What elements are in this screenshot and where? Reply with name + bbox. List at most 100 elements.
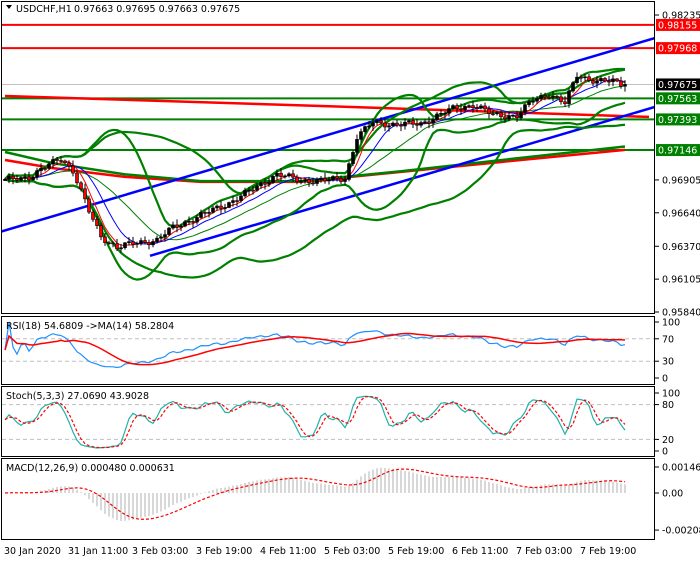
candle [619, 80, 623, 87]
x-tick-label: 5 Feb 19:00 [388, 546, 444, 557]
candle [183, 221, 187, 227]
candle [603, 78, 607, 82]
candle [355, 139, 359, 153]
candle [47, 163, 51, 169]
trading-chart[interactable]: 0.982350.969050.966400.963700.961050.958… [0, 0, 700, 560]
rsi-y-tick-label: 70 [662, 334, 674, 345]
candle [275, 172, 279, 177]
candle [427, 121, 431, 124]
symbol-label: USDCHF,H1 [16, 4, 72, 15]
candle [87, 198, 91, 213]
candle [535, 98, 539, 102]
candle [375, 120, 379, 123]
candle [607, 80, 611, 83]
candle [587, 76, 591, 81]
candle [103, 236, 107, 243]
candle [147, 242, 151, 246]
candle [283, 175, 287, 178]
candle [167, 227, 171, 235]
candle [567, 90, 571, 105]
stoch-y-tick-label: 80 [662, 400, 674, 411]
y-tick-label: 0.96640 [662, 208, 700, 219]
candle [579, 76, 583, 79]
candle [279, 172, 283, 177]
rsi-label: RSI(18) 54.6809 ->MA(14) 58.2804 [6, 321, 174, 332]
level-price-label: 0.97146 [658, 146, 697, 157]
candle [107, 242, 111, 244]
candle [59, 160, 63, 162]
x-tick-label: 3 Feb 03:00 [132, 546, 188, 557]
candle [487, 108, 491, 114]
candle [407, 120, 411, 123]
candle [7, 175, 11, 180]
candle [335, 176, 339, 179]
current-price-label: 0.97675 [658, 80, 697, 91]
candle [227, 202, 231, 208]
candle [211, 207, 215, 213]
candle [239, 195, 243, 201]
candle [435, 113, 439, 120]
candle [467, 105, 471, 107]
candle [143, 240, 147, 243]
candle [551, 95, 555, 98]
candle [595, 80, 599, 84]
candle [415, 123, 419, 126]
candle [511, 114, 515, 117]
candle [67, 162, 71, 167]
candle [291, 173, 295, 178]
level-price-label: 0.97563 [658, 94, 697, 105]
y-tick-label: 0.96370 [662, 242, 700, 253]
candle [523, 104, 527, 113]
candle [527, 101, 531, 105]
candle [583, 76, 587, 79]
candle [287, 173, 291, 177]
candle [439, 113, 443, 115]
candle [15, 178, 19, 181]
candle [495, 112, 499, 115]
candle [131, 241, 135, 245]
rsi-y-tick-label: 30 [662, 357, 674, 368]
candle [387, 125, 391, 128]
candle [235, 200, 239, 202]
candle [31, 176, 35, 181]
x-tick-label: 5 Feb 03:00 [324, 546, 380, 557]
candle [263, 182, 267, 185]
candle [443, 112, 447, 115]
candle [611, 78, 615, 82]
candle [483, 105, 487, 110]
x-tick-label: 4 Feb 11:00 [260, 546, 316, 557]
candle [471, 105, 475, 109]
x-tick-label: 7 Feb 03:00 [516, 546, 572, 557]
candle [339, 177, 343, 182]
candle [119, 247, 123, 250]
macd-y-tick-label: 0.00146 [662, 463, 700, 474]
candle [83, 188, 87, 200]
candle [151, 241, 155, 246]
candle [39, 168, 43, 171]
candle [171, 224, 175, 229]
candle [323, 177, 327, 182]
candle [79, 182, 83, 190]
candle [543, 95, 547, 98]
level-price-label: 0.98155 [658, 20, 697, 31]
candle [423, 121, 427, 124]
candle [447, 108, 451, 114]
x-tick-label: 31 Jan 11:00 [68, 546, 128, 557]
candle [311, 182, 315, 185]
candle [367, 125, 371, 128]
candle [163, 234, 167, 238]
candle [71, 165, 75, 174]
candle [331, 176, 335, 181]
candle [23, 176, 27, 179]
x-tick-label: 3 Feb 19:00 [196, 546, 252, 557]
x-tick-label: 30 Jan 2020 [4, 546, 61, 557]
candle [63, 160, 67, 164]
candle [223, 207, 227, 209]
candle [115, 243, 119, 250]
candle [251, 189, 255, 192]
rsi-y-tick-label: 100 [662, 318, 680, 329]
candle [259, 182, 263, 187]
candle [519, 112, 523, 119]
candle [351, 152, 355, 164]
candle [19, 177, 23, 181]
